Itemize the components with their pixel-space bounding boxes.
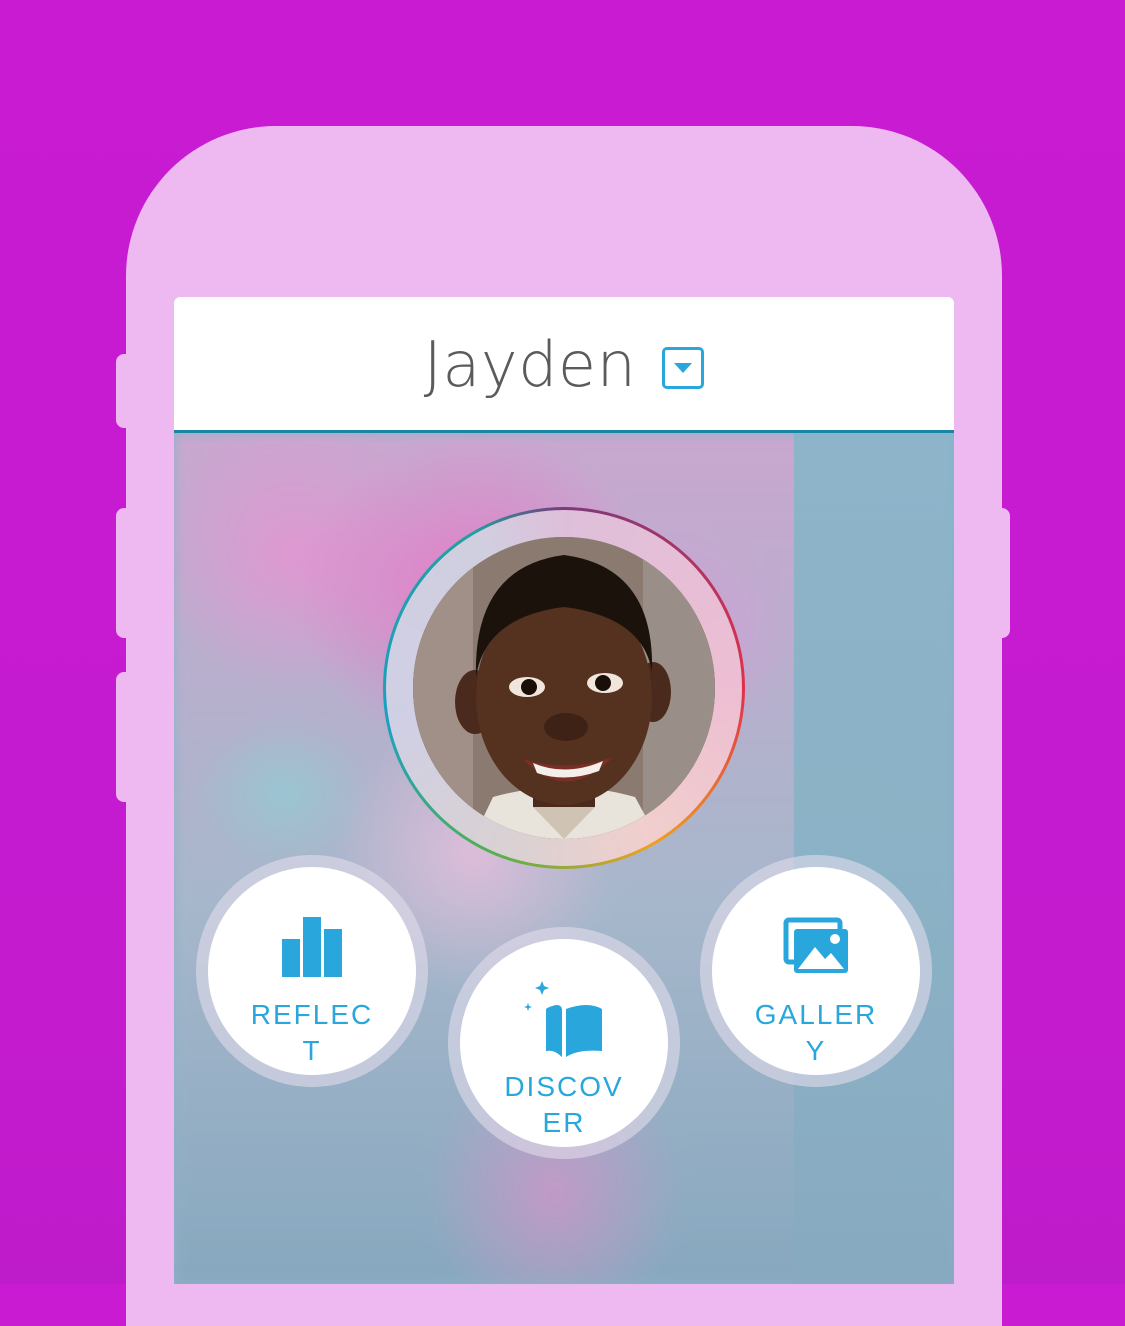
child-name: Jayden <box>423 328 637 401</box>
child-selector[interactable]: Jayden <box>174 325 954 405</box>
child-avatar[interactable] <box>413 537 715 839</box>
dropdown-arrow-icon[interactable] <box>662 347 705 389</box>
discover-label: DISCOVER <box>504 1071 624 1138</box>
child-photo <box>413 537 715 839</box>
phone-volume-up-button <box>116 508 136 638</box>
app-screen: Jayden REFLECT DISCOVER GALLERY <box>174 297 954 1284</box>
discover-button[interactable]: DISCOVER <box>448 927 680 1159</box>
gallery-label: GALLERY <box>754 999 878 1066</box>
open-book-icon <box>522 981 606 1057</box>
phone-mute-switch <box>116 354 136 428</box>
phone-volume-down-button <box>116 672 136 802</box>
reflect-label: REFLECT <box>250 999 374 1066</box>
reflect-button[interactable]: REFLECT <box>196 855 428 1087</box>
app-header: Jayden <box>174 297 954 433</box>
photos-icon <box>783 915 849 977</box>
avatar-ring <box>383 507 745 869</box>
gallery-button[interactable]: GALLERY <box>700 855 932 1087</box>
bar-chart-icon <box>280 915 344 977</box>
phone-power-button <box>990 508 1010 638</box>
